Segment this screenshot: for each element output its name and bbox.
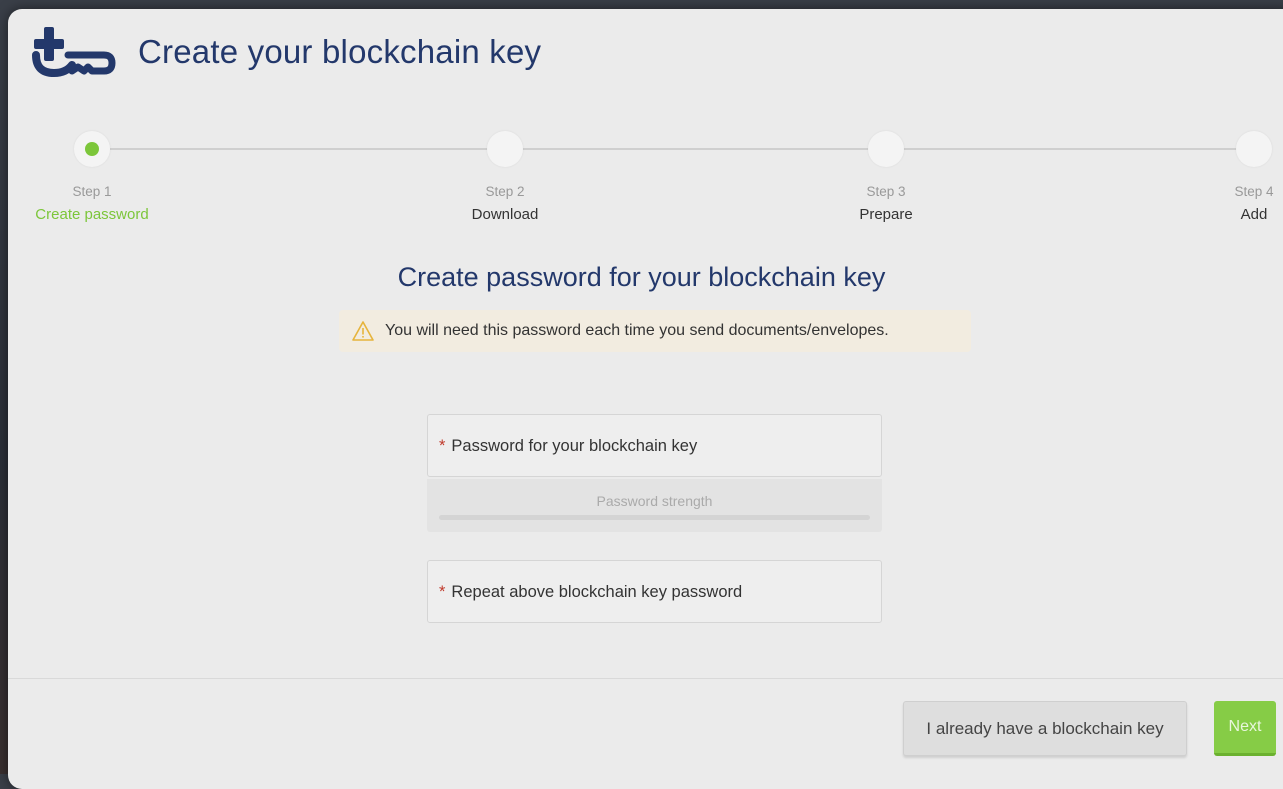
step-3-label: Prepare bbox=[859, 206, 913, 223]
required-asterisk: * bbox=[439, 437, 446, 455]
repeat-password-field-label: * Repeat above blockchain key password bbox=[439, 583, 742, 602]
repeat-password-field[interactable]: * Repeat above blockchain key password bbox=[427, 560, 882, 623]
warning-text: You will need this password each time yo… bbox=[385, 322, 889, 339]
step-2-number: Step 2 bbox=[485, 184, 525, 199]
dialog-title: Create your blockchain key bbox=[138, 33, 542, 70]
existing-key-button[interactable]: I already have a blockchain key bbox=[903, 701, 1187, 756]
next-button[interactable]: Next bbox=[1214, 701, 1276, 756]
active-step-dot bbox=[85, 142, 99, 156]
step-1-number: Step 1 bbox=[72, 184, 112, 199]
cross-key-logo-icon bbox=[32, 27, 116, 78]
section-title: Create password for your blockchain key bbox=[397, 262, 886, 292]
step-2-label: Download bbox=[471, 206, 539, 223]
progress-stepper: Step 1 Create password Step 2 Download S… bbox=[8, 127, 1283, 237]
repeat-password-field-text: Repeat above blockchain key password bbox=[451, 583, 743, 601]
password-strength-meter: Password strength bbox=[427, 479, 882, 532]
create-key-dialog: Create your blockchain key Step 1 Create… bbox=[8, 9, 1283, 789]
step-4-label: Add bbox=[1240, 206, 1268, 223]
step-2-indicator bbox=[487, 131, 523, 167]
step-4-indicator bbox=[1236, 131, 1272, 167]
step-1-indicator bbox=[74, 131, 110, 167]
step-3-indicator bbox=[868, 131, 904, 167]
step-1-label: Create password bbox=[35, 206, 149, 223]
password-field-label: * Password for your blockchain key bbox=[439, 437, 697, 456]
warning-banner: You will need this password each time yo… bbox=[339, 310, 971, 352]
password-field[interactable]: * Password for your blockchain key bbox=[427, 414, 882, 477]
password-strength-label: Password strength bbox=[596, 493, 713, 509]
step-3-number: Step 3 bbox=[866, 184, 906, 199]
footer-divider bbox=[8, 678, 1283, 679]
password-field-text: Password for your blockchain key bbox=[451, 437, 698, 455]
stepper-track bbox=[110, 148, 1250, 150]
dialog-header: Create your blockchain key bbox=[8, 9, 1283, 109]
password-strength-bar bbox=[439, 515, 870, 520]
required-asterisk: * bbox=[439, 583, 446, 601]
step-4-number: Step 4 bbox=[1234, 184, 1274, 199]
warning-triangle-icon bbox=[352, 321, 374, 341]
